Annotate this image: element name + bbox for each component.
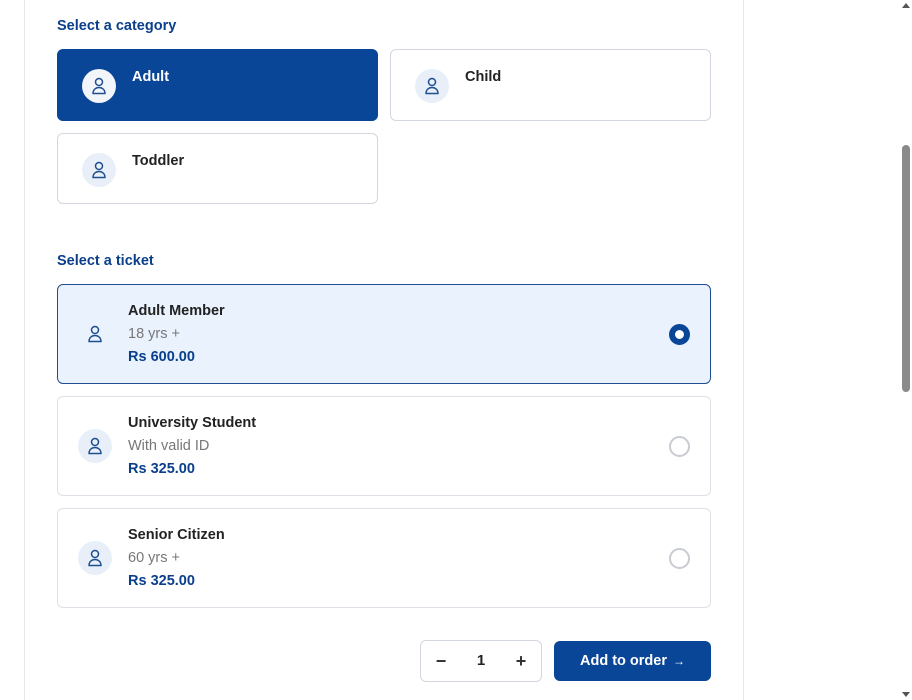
person-icon: [78, 541, 112, 575]
ticket-price: Rs 325.00: [128, 573, 195, 589]
ticket-option-adult-member[interactable]: Adult Member 18 yrs + Rs 600.00: [57, 284, 711, 384]
category-label: Toddler: [132, 153, 185, 169]
category-card-adult[interactable]: Adult: [57, 49, 378, 121]
ticket-name: Senior Citizen: [128, 527, 225, 543]
add-to-order-button[interactable]: Add to order →: [554, 641, 711, 681]
scrollbar-thumb[interactable]: [902, 145, 910, 392]
category-heading: Select a category: [57, 18, 177, 34]
ticket-option-university-student[interactable]: University Student With valid ID Rs 325.…: [57, 396, 711, 496]
ticket-radio[interactable]: [669, 548, 690, 569]
page-scrollbar[interactable]: [900, 0, 912, 700]
category-card-toddler[interactable]: Toddler: [57, 133, 378, 204]
increase-quantity-button[interactable]: +: [509, 649, 533, 673]
ticket-price: Rs 325.00: [128, 461, 195, 477]
ticket-description: 60 yrs +: [128, 550, 180, 566]
ticket-description: With valid ID: [128, 438, 210, 454]
ticket-name: Adult Member: [128, 303, 225, 319]
ticket-heading: Select a ticket: [57, 253, 154, 269]
ticket-radio[interactable]: [669, 324, 690, 345]
add-to-order-label: Add to order: [580, 653, 667, 669]
category-label: Child: [465, 69, 502, 85]
person-icon: [82, 153, 116, 187]
ticket-option-senior-citizen[interactable]: Senior Citizen 60 yrs + Rs 325.00: [57, 508, 711, 608]
ticket-price: Rs 600.00: [128, 349, 195, 365]
quantity-stepper: − 1 +: [420, 640, 542, 682]
person-icon: [82, 69, 116, 103]
person-icon: [78, 317, 112, 351]
ticket-radio[interactable]: [669, 436, 690, 457]
scroll-up-arrow-icon[interactable]: [902, 3, 910, 8]
quantity-value: 1: [476, 652, 486, 669]
scroll-down-arrow-icon[interactable]: [902, 692, 910, 697]
decrease-quantity-button[interactable]: −: [429, 649, 453, 673]
person-icon: [415, 69, 449, 103]
person-icon: [78, 429, 112, 463]
category-card-child[interactable]: Child: [390, 49, 711, 121]
ticket-name: University Student: [128, 415, 257, 431]
ticket-description: 18 yrs +: [128, 326, 180, 342]
arrow-right-icon: →: [673, 654, 685, 668]
category-label: Adult: [132, 69, 170, 85]
